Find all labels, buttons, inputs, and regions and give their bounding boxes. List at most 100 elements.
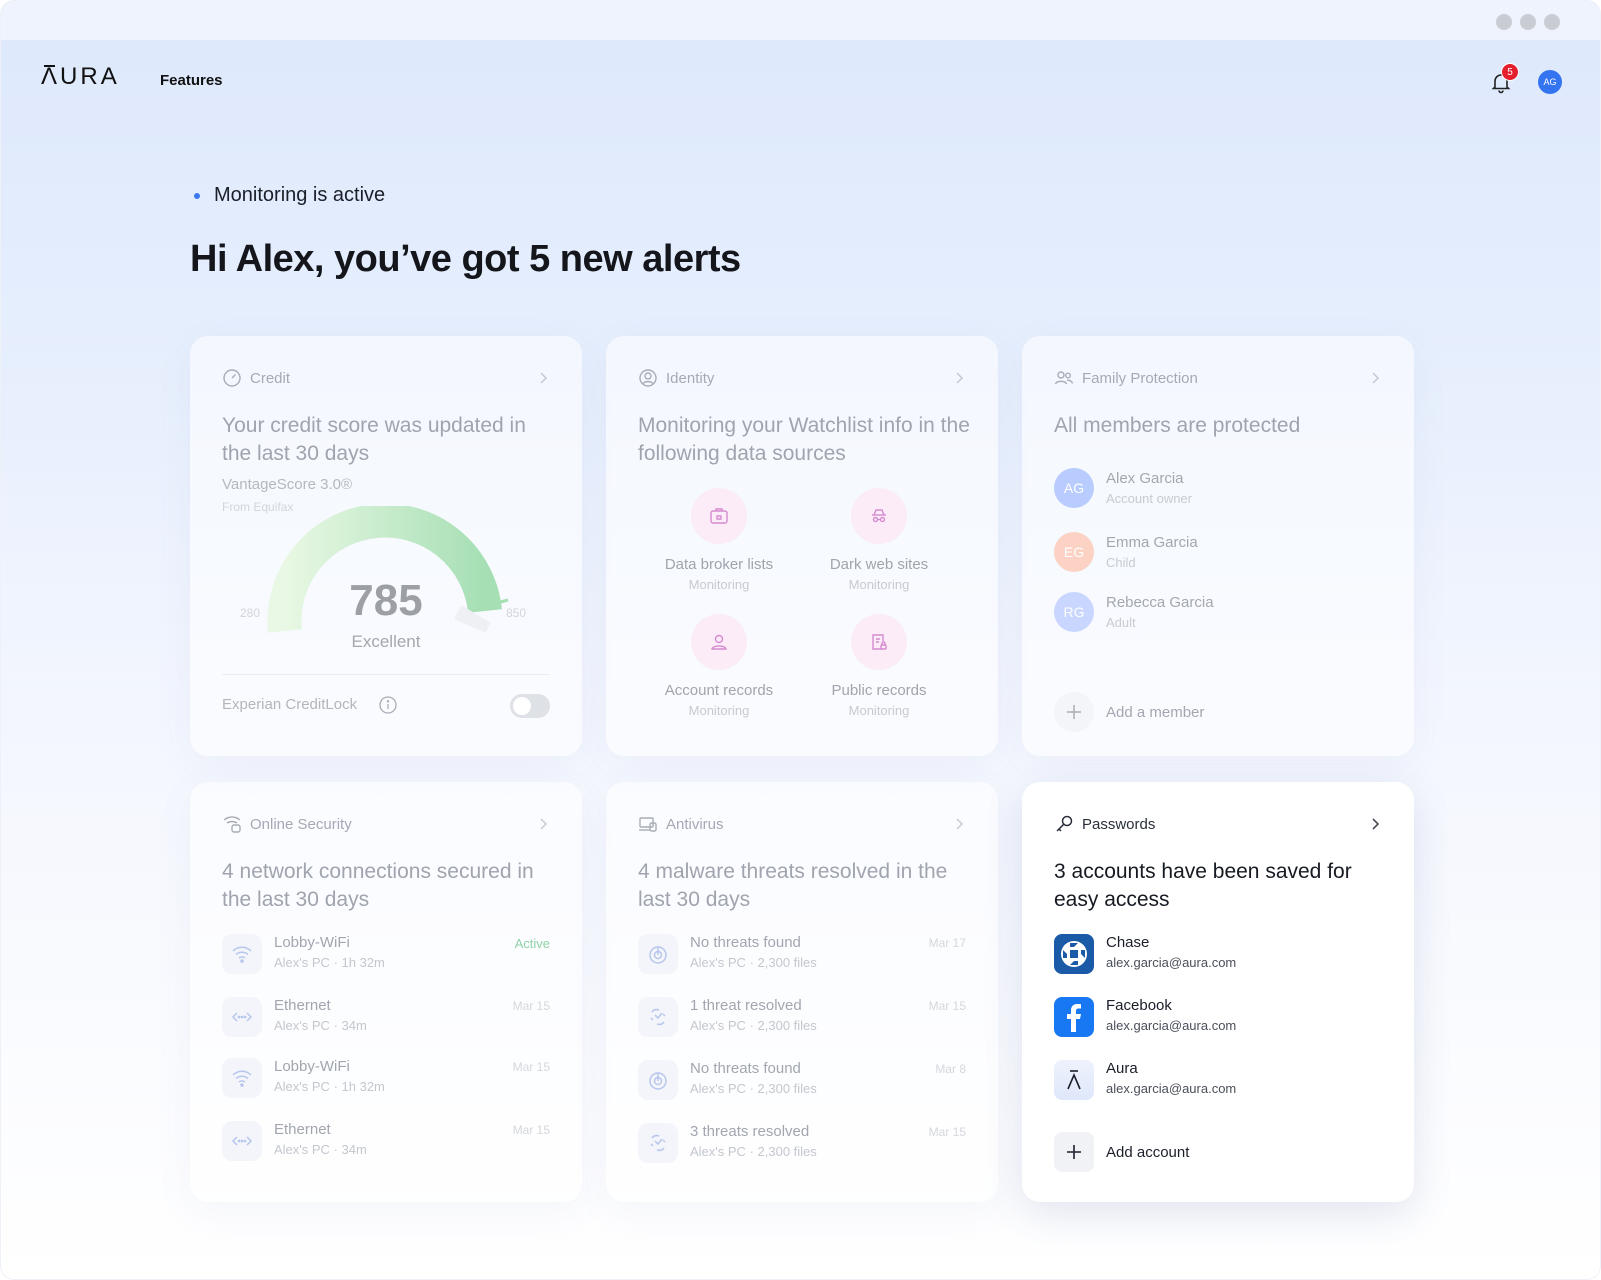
- facebook-logo-icon: [1054, 997, 1094, 1037]
- aura-logo[interactable]: ΛURA: [41, 63, 120, 91]
- scan-files: 2,300 files: [757, 1018, 817, 1033]
- account-row[interactable]: Facebook alex.garcia@aura.com: [1054, 997, 1382, 1041]
- connection-duration: 1h 32m: [341, 1079, 385, 1094]
- ethernet-icon: [222, 997, 262, 1037]
- account-name: Facebook: [1106, 997, 1172, 1014]
- ethernet-icon: [222, 1121, 262, 1161]
- connection-row[interactable]: Ethernet Alex's PC · 34m Mar 15: [222, 1121, 550, 1165]
- nav-features-link[interactable]: Features: [160, 72, 223, 89]
- scan-result: No threats found: [690, 934, 801, 951]
- scan-meta: Alex's PC · 2,300 files: [690, 1144, 817, 1159]
- app-window: ΛURA Features 5 AG Monitoring is active …: [0, 0, 1601, 1280]
- shield-wifi-icon: [222, 814, 242, 834]
- source-status: Monitoring: [688, 703, 750, 718]
- user-avatar[interactable]: AG: [1538, 70, 1562, 94]
- scan-result: No threats found: [690, 1060, 801, 1077]
- scan-date: Mar 15: [928, 1125, 966, 1139]
- member-avatar: RG: [1054, 592, 1094, 632]
- add-member-button[interactable]: Add a member: [1054, 692, 1204, 732]
- source-status: Monitoring: [688, 577, 750, 592]
- member-name: Emma Garcia: [1106, 534, 1198, 551]
- chevron-right-icon[interactable]: [536, 815, 550, 833]
- member-name: Rebecca Garcia: [1106, 594, 1214, 611]
- identity-card[interactable]: Identity Monitoring your Watchlist info …: [606, 336, 998, 756]
- window-control-dot[interactable]: [1496, 14, 1512, 30]
- card-title-label: Passwords: [1082, 815, 1156, 833]
- source-item[interactable]: Public records Monitoring: [804, 614, 954, 718]
- online-security-card[interactable]: Online Security 4 network connections se…: [190, 782, 582, 1202]
- member-item[interactable]: AG Alex Garcia Account owner: [1054, 468, 1192, 508]
- source-item[interactable]: Dark web sites Monitoring: [804, 488, 954, 592]
- add-account-button[interactable]: Add account: [1054, 1132, 1189, 1172]
- account-row[interactable]: Aura alex.garcia@aura.com: [1054, 1060, 1382, 1104]
- connection-row[interactable]: Ethernet Alex's PC · 34m Mar 15: [222, 997, 550, 1041]
- title-bar: [1, 1, 1600, 41]
- chevron-right-icon[interactable]: [536, 369, 550, 387]
- source-name: Dark web sites: [829, 556, 929, 573]
- window-control-dot[interactable]: [1520, 14, 1536, 30]
- connection-meta: Alex's PC · 1h 32m: [274, 955, 385, 970]
- chevron-right-icon[interactable]: [1368, 815, 1382, 833]
- document-lock-icon: [851, 614, 907, 670]
- member-role: Adult: [1106, 615, 1136, 630]
- account-email: alex.garcia@aura.com: [1106, 955, 1237, 970]
- card-title-label: Family Protection: [1082, 369, 1198, 387]
- source-item[interactable]: Account records Monitoring: [644, 614, 794, 718]
- scan-result: 1 threat resolved: [690, 997, 802, 1014]
- bug-icon: [638, 1123, 678, 1163]
- member-avatar: EG: [1054, 532, 1094, 572]
- add-account-label: Add account: [1106, 1143, 1190, 1161]
- account-row[interactable]: Chase alex.garcia@aura.com: [1054, 934, 1382, 978]
- plus-icon: [1054, 1132, 1094, 1172]
- passwords-card[interactable]: Passwords 3 accounts have been saved for…: [1022, 782, 1414, 1202]
- status-dot: [194, 192, 200, 199]
- passwords-heading: 3 accounts have been saved for easy acce…: [1054, 860, 1352, 911]
- scan-icon: [638, 934, 678, 974]
- scan-row[interactable]: 1 threat resolved Alex's PC · 2,300 file…: [638, 997, 966, 1041]
- connection-date: Mar 15: [512, 1060, 550, 1074]
- connection-meta: Alex's PC · 34m: [274, 1142, 367, 1157]
- divider: [222, 674, 550, 675]
- window-control-dot[interactable]: [1544, 14, 1560, 30]
- scan-row[interactable]: 3 threats resolved Alex's PC · 2,300 fil…: [638, 1123, 966, 1167]
- chevron-right-icon[interactable]: [952, 369, 966, 387]
- credit-heading: Your credit score was updated in the las…: [222, 414, 526, 465]
- card-title-label: Online Security: [250, 815, 352, 833]
- online-security-heading: 4 network connections secured in the las…: [222, 860, 534, 911]
- source-name: Account records: [664, 682, 774, 699]
- chevron-right-icon[interactable]: [1368, 369, 1382, 387]
- laptop-shield-icon: [638, 814, 658, 834]
- info-icon[interactable]: [378, 695, 398, 715]
- card-header: Identity: [638, 368, 966, 388]
- chevron-right-icon[interactable]: [952, 815, 966, 833]
- scan-date: Mar 17: [928, 936, 966, 950]
- creditlock-label: Experian CreditLock: [222, 696, 358, 713]
- scan-icon: [638, 1060, 678, 1100]
- antivirus-card[interactable]: Antivirus 4 malware threats resolved in …: [606, 782, 998, 1202]
- scan-row[interactable]: No threats found Alex's PC · 2,300 files…: [638, 1060, 966, 1104]
- connection-duration: 1h 32m: [341, 955, 385, 970]
- scan-device: Alex's PC: [690, 1144, 746, 1159]
- account-email: alex.garcia@aura.com: [1106, 1081, 1237, 1096]
- member-item[interactable]: EG Emma Garcia Child: [1054, 532, 1198, 572]
- family-protection-card[interactable]: Family Protection All members are protec…: [1022, 336, 1414, 756]
- connection-status: Active: [514, 936, 550, 951]
- connection-row[interactable]: Lobby-WiFi Alex's PC · 1h 32m Active: [222, 934, 550, 978]
- notification-badge: 5: [1501, 63, 1519, 81]
- member-item[interactable]: RG Rebecca Garcia Adult: [1054, 592, 1214, 632]
- connection-row[interactable]: Lobby-WiFi Alex's PC · 1h 32m Mar 15: [222, 1058, 550, 1102]
- monitoring-status: Monitoring is active: [194, 184, 385, 207]
- credit-score: 785: [349, 576, 423, 625]
- connection-name: Ethernet: [274, 1121, 331, 1138]
- scan-date: Mar 8: [935, 1062, 966, 1076]
- identity-heading: Monitoring your Watchlist info in the fo…: [638, 414, 970, 465]
- credit-card[interactable]: Credit Your credit score was updated in …: [190, 336, 582, 756]
- connection-name: Ethernet: [274, 997, 331, 1014]
- wifi-icon: [222, 934, 262, 974]
- card-header: Passwords: [1054, 814, 1382, 834]
- speedometer-icon: [222, 368, 242, 388]
- top-nav: ΛURA Features 5 AG: [1, 41, 1600, 121]
- creditlock-toggle[interactable]: [510, 694, 550, 718]
- source-item[interactable]: Data broker lists Monitoring: [644, 488, 794, 592]
- scan-row[interactable]: No threats found Alex's PC · 2,300 files…: [638, 934, 966, 978]
